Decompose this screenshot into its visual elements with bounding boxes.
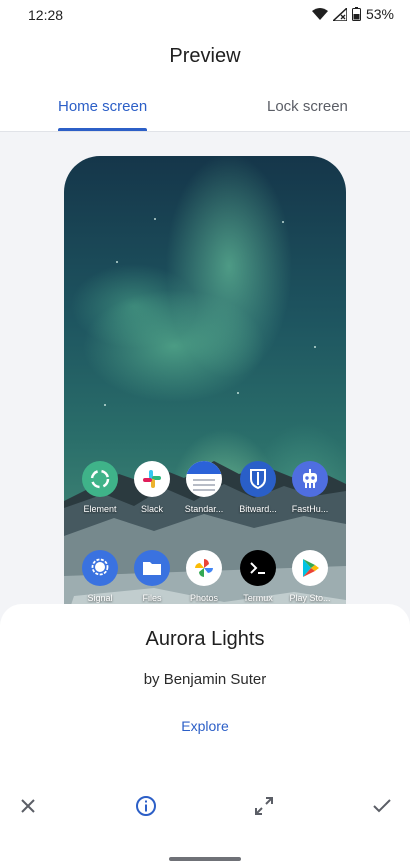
battery-icon	[351, 7, 361, 21]
tab-indicator	[58, 128, 147, 131]
fullscreen-icon	[255, 797, 273, 815]
element-icon	[82, 461, 118, 497]
app-photos[interactable]: Photos	[174, 550, 234, 603]
apply-button[interactable]	[368, 792, 396, 820]
notes-icon	[186, 461, 222, 497]
signal-strength-icon	[332, 7, 347, 21]
status-icons: 53%	[311, 6, 394, 22]
terminal-icon	[240, 550, 276, 586]
status-time: 12:28	[28, 7, 64, 23]
close-button[interactable]	[14, 792, 42, 820]
info-icon	[136, 796, 156, 816]
play-icon	[292, 550, 328, 586]
bitwarden-icon	[240, 461, 276, 497]
app-label: Standar...	[184, 504, 224, 514]
app-label: Play Sto...	[289, 593, 331, 603]
info-button[interactable]	[132, 792, 160, 820]
page-title: Preview	[169, 45, 241, 67]
robot-icon	[292, 461, 328, 497]
check-icon	[373, 799, 391, 813]
app-label: FastHu...	[291, 504, 329, 514]
wallpaper-title: Aurora Lights	[145, 628, 265, 650]
app-label: Termux	[243, 593, 273, 603]
pinwheel-icon	[186, 550, 222, 586]
app-slack[interactable]: Slack	[122, 461, 182, 514]
tab-lock-screen[interactable]: Lock screen	[267, 98, 348, 115]
app-termux[interactable]: Termux	[228, 550, 288, 603]
app-label: Bitward...	[239, 504, 277, 514]
app-fasthub[interactable]: FastHu...	[280, 461, 340, 514]
app-bitwarden[interactable]: Bitward...	[228, 461, 288, 514]
close-icon	[21, 799, 35, 813]
app-files[interactable]: Files	[122, 550, 182, 603]
slack-icon	[134, 461, 170, 497]
header: Preview Home screen Lock screen	[0, 32, 410, 132]
explore-link[interactable]: Explore	[0, 718, 410, 734]
wifi-icon	[311, 7, 328, 20]
app-label: Photos	[189, 593, 219, 603]
app-element[interactable]: Element	[70, 461, 130, 514]
wallpaper-author: by Benjamin Suter	[143, 671, 267, 688]
app-label: Signal	[87, 593, 113, 603]
gesture-nav-handle[interactable]	[169, 857, 241, 861]
app-label: Slack	[140, 504, 163, 514]
app-standard-notes[interactable]: Standar...	[174, 461, 234, 514]
app-play-store[interactable]: Play Sto...	[280, 550, 340, 603]
app-label: Files	[142, 593, 162, 603]
wallpaper-info-sheet: Aurora Lights by Benjamin Suter Explore	[0, 604, 410, 866]
tab-home-screen[interactable]: Home screen	[58, 98, 147, 115]
fullscreen-button[interactable]	[250, 792, 278, 820]
signal-icon	[82, 550, 118, 586]
app-label: Element	[83, 504, 117, 514]
folder-icon	[134, 550, 170, 586]
wallpaper-preview[interactable]: Element Slack Standar... Bitward... Fast…	[64, 156, 346, 626]
battery-percent: 53%	[365, 6, 394, 22]
app-signal[interactable]: Signal	[70, 550, 130, 603]
status-bar: 12:28 53%	[0, 0, 410, 32]
